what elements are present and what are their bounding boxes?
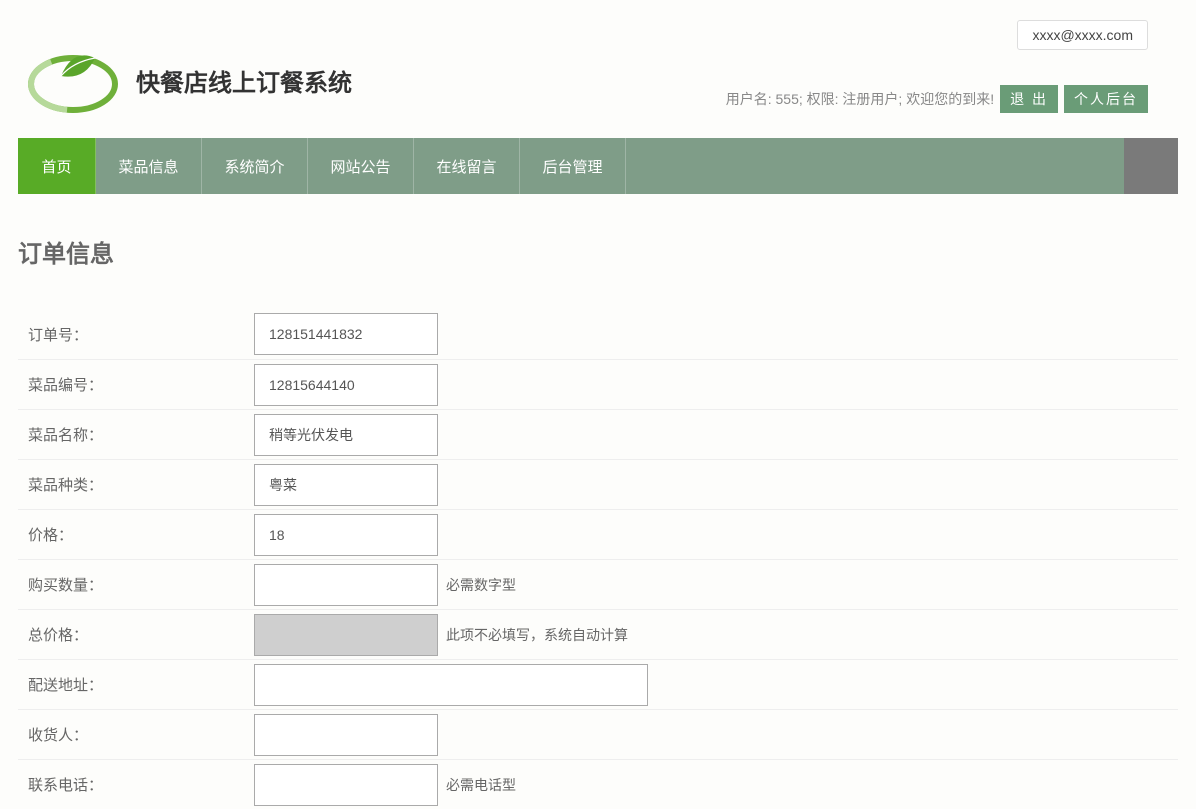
nav-system-intro[interactable]: 系统简介 [202, 138, 308, 194]
hint-total: 此项不必填写，系统自动计算 [446, 625, 628, 645]
nav-site-notice[interactable]: 网站公告 [308, 138, 414, 194]
personal-backend-button[interactable]: 个人后台 [1064, 85, 1148, 113]
input-qty[interactable] [254, 564, 438, 606]
nav-tail [1124, 138, 1178, 194]
label-qty: 购买数量： [18, 574, 254, 595]
label-dish-type: 菜品种类： [18, 474, 254, 495]
label-receiver: 收货人： [18, 724, 254, 745]
input-total [254, 614, 438, 656]
logo [18, 35, 128, 125]
input-dish-name[interactable] [254, 414, 438, 456]
input-dish-no[interactable] [254, 364, 438, 406]
label-address: 配送地址： [18, 674, 254, 695]
nav-dish-info[interactable]: 菜品信息 [96, 138, 202, 194]
label-phone: 联系电话： [18, 774, 254, 795]
nav-home[interactable]: 首页 [18, 138, 96, 194]
label-dish-name: 菜品名称： [18, 424, 254, 445]
input-phone[interactable] [254, 764, 438, 806]
header-right: 用户名: 555; 权限: 注册用户; 欢迎您的到来! 退 出 个人后台 [726, 85, 1148, 113]
label-dish-no: 菜品编号： [18, 374, 254, 395]
input-price[interactable] [254, 514, 438, 556]
hint-phone: 必需电话型 [446, 775, 516, 795]
nav-admin[interactable]: 后台管理 [520, 138, 626, 194]
hint-qty: 必需数字型 [446, 575, 516, 595]
leaf-logo-icon [23, 40, 123, 120]
input-order-no[interactable] [254, 313, 438, 355]
input-dish-type[interactable] [254, 464, 438, 506]
main-nav: 首页 菜品信息 系统简介 网站公告 在线留言 后台管理 [18, 138, 1178, 194]
header: 快餐店线上订餐系统 用户名: 555; 权限: 注册用户; 欢迎您的到来! 退 … [18, 40, 1178, 120]
user-info-text: 用户名: 555; 权限: 注册用户; 欢迎您的到来! [726, 89, 994, 109]
input-address[interactable] [254, 664, 648, 706]
label-price: 价格： [18, 524, 254, 545]
page-title: 订单信息 [18, 234, 1178, 269]
site-title: 快餐店线上订餐系统 [136, 63, 352, 98]
order-form: 订单号： 菜品编号： 菜品名称： 菜品种类： 价格： 购买数量： 必需数字型 总… [18, 309, 1178, 809]
input-receiver[interactable] [254, 714, 438, 756]
label-total: 总价格： [18, 624, 254, 645]
logout-button[interactable]: 退 出 [1000, 85, 1058, 113]
label-order-no: 订单号： [18, 324, 254, 345]
nav-online-message[interactable]: 在线留言 [414, 138, 520, 194]
